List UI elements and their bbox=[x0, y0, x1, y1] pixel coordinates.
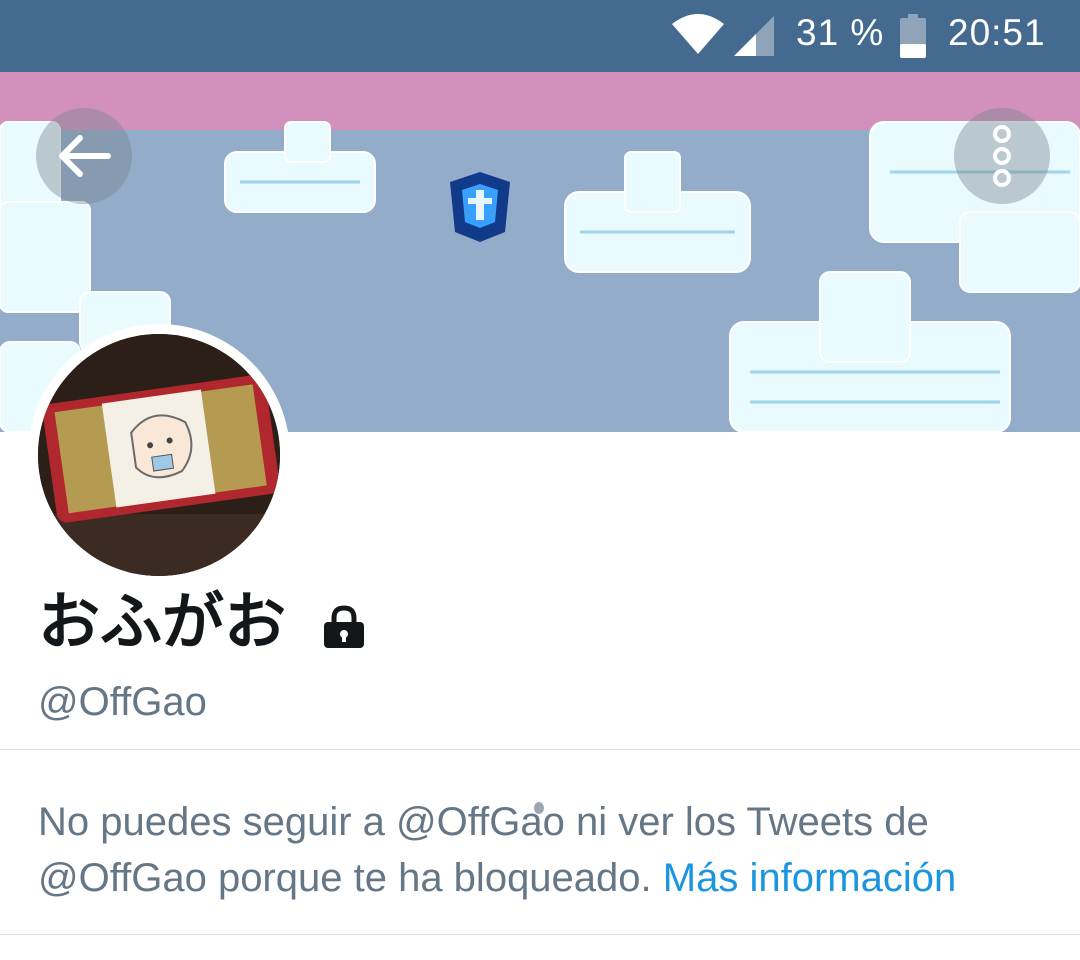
avatar-photo bbox=[38, 334, 280, 576]
divider bbox=[0, 934, 1080, 935]
touch-indicator bbox=[534, 802, 544, 814]
blocked-notice-text: @OffGao porque te ha bloqueado. bbox=[38, 856, 652, 900]
battery-percent: 31 % bbox=[796, 12, 885, 53]
arrow-left-icon bbox=[59, 135, 111, 177]
more-info-link[interactable]: Más información bbox=[663, 856, 956, 900]
blocked-notice-line1: No puedes seguir a @OffGao ni ver los Tw… bbox=[38, 800, 929, 844]
more-vertical-icon bbox=[993, 125, 1011, 187]
avatar-image bbox=[38, 334, 280, 576]
wifi-icon bbox=[672, 14, 724, 54]
status-bar: 31 % 20:51 bbox=[0, 0, 1080, 72]
clock: 20:51 bbox=[948, 12, 1046, 53]
more-options-button[interactable] bbox=[954, 108, 1050, 204]
avatar[interactable] bbox=[28, 324, 290, 586]
blocked-notice-line2: @OffGao porque te ha bloqueado. Más info… bbox=[38, 850, 1048, 906]
lock-icon bbox=[324, 605, 364, 648]
signal-icon bbox=[734, 16, 774, 56]
back-button[interactable] bbox=[36, 108, 132, 204]
battery-icon bbox=[900, 14, 926, 58]
user-handle: @OffGao bbox=[38, 680, 207, 724]
divider bbox=[0, 749, 1080, 750]
display-name: おふがお bbox=[38, 585, 287, 658]
